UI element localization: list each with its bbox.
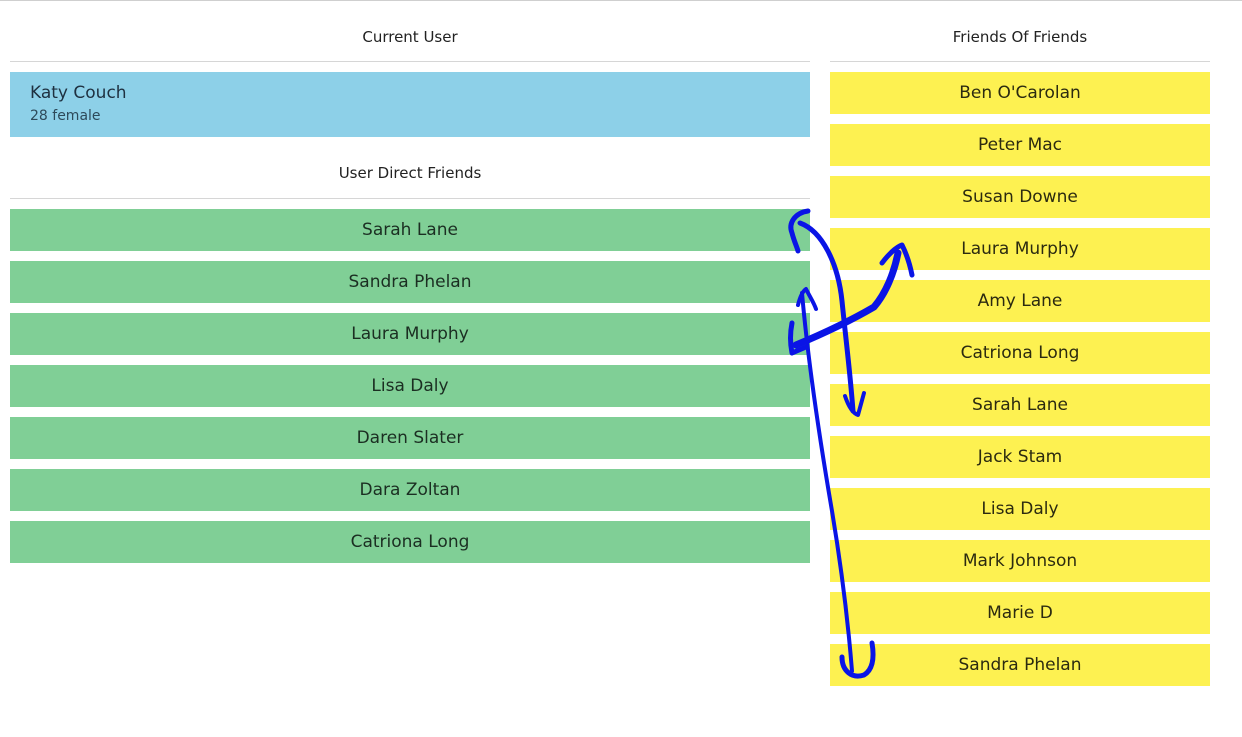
direct-friends-heading: User Direct Friends [10,137,810,199]
friend-of-friend-item[interactable]: Sandra Phelan [830,644,1210,686]
current-user-card[interactable]: Katy Couch 28 female [10,72,810,137]
friend-of-friend-item[interactable]: Sarah Lane [830,384,1210,426]
friend-of-friend-item[interactable]: Peter Mac [830,124,1210,166]
direct-friends-list: Sarah Lane Sandra Phelan Laura Murphy Li… [10,209,810,563]
left-column: Current User Katy Couch 28 female User D… [10,1,810,573]
friends-of-friends-heading: Friends Of Friends [830,1,1210,62]
direct-friend-item[interactable]: Sarah Lane [10,209,810,251]
direct-friend-item[interactable]: Daren Slater [10,417,810,459]
direct-friend-item[interactable]: Catriona Long [10,521,810,563]
friend-of-friend-item[interactable]: Jack Stam [830,436,1210,478]
current-user-heading: Current User [10,1,810,62]
friends-of-friends-list: Ben O'Carolan Peter Mac Susan Downe Laur… [830,72,1210,686]
direct-friend-item[interactable]: Laura Murphy [10,313,810,355]
friend-of-friend-item[interactable]: Marie D [830,592,1210,634]
direct-friend-item[interactable]: Dara Zoltan [10,469,810,511]
friend-of-friend-item[interactable]: Susan Downe [830,176,1210,218]
current-user-meta: 28 female [30,108,101,124]
direct-friend-item[interactable]: Sandra Phelan [10,261,810,303]
friend-of-friend-item[interactable]: Catriona Long [830,332,1210,374]
friend-of-friend-item[interactable]: Amy Lane [830,280,1210,322]
friend-of-friend-item[interactable]: Lisa Daly [830,488,1210,530]
right-column: Friends Of Friends Ben O'Carolan Peter M… [830,1,1210,696]
friend-of-friend-item[interactable]: Mark Johnson [830,540,1210,582]
current-user-name: Katy Couch [30,83,127,103]
page: Current User Katy Couch 28 female User D… [0,0,1242,737]
friend-of-friend-item[interactable]: Ben O'Carolan [830,72,1210,114]
friend-of-friend-item[interactable]: Laura Murphy [830,228,1210,270]
direct-friend-item[interactable]: Lisa Daly [10,365,810,407]
